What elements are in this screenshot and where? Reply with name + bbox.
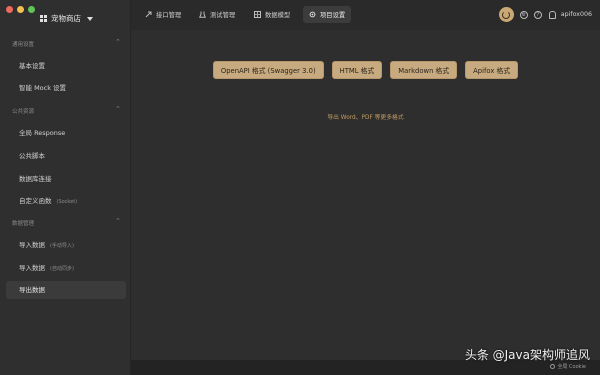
chevron-up-icon[interactable]: ⌃ <box>115 217 121 225</box>
export-markdown-button[interactable]: Markdown 格式 <box>390 61 458 79</box>
sidebar-item-import-auto[interactable]: 导入数据 (自动同步) <box>6 259 126 277</box>
main-content: OpenAPI 格式 (Swagger 3.0) HTML 格式 Markdow… <box>131 30 600 360</box>
settings-icon[interactable]: ⚙ <box>519 10 528 19</box>
section-title-public-resources: 公共资源 <box>12 109 35 115</box>
sidebar-item-public-scripts[interactable]: 公共脚本 <box>6 147 126 165</box>
export-html-button[interactable]: HTML 格式 <box>331 61 383 79</box>
tab-label: 数据模型 <box>265 12 291 19</box>
project-switcher[interactable]: 宠物商店 <box>40 13 93 24</box>
sidebar-item-import-manual[interactable]: 导入数据 (手动导入) <box>6 236 126 254</box>
toolbar-right: ⚙ ? apifox006 <box>498 7 592 22</box>
window-controls <box>6 6 35 13</box>
sync-button[interactable] <box>498 7 514 22</box>
close-window-button[interactable] <box>6 6 13 13</box>
tab-project-settings[interactable]: 项目设置 <box>303 6 352 23</box>
tab-label: 测试管理 <box>210 12 236 19</box>
sidebar-item-basic-settings[interactable]: 基本设置 <box>6 57 126 75</box>
tab-test-management[interactable]: 测试管理 <box>193 6 241 23</box>
username[interactable]: apifox006 <box>561 11 592 18</box>
grid-icon <box>40 15 47 22</box>
sidebar: 宠物商店 通用设置 ⌃ 基本设置 智能 Mock 设置 公共资源 ⌃ 全局 Re… <box>0 0 131 375</box>
tab-data-models[interactable]: 数据模型 <box>248 6 296 23</box>
export-buttons: OpenAPI 格式 (Swagger 3.0) HTML 格式 Markdow… <box>131 61 600 79</box>
export-more-formats-hint: 导出 Word、PDF 等更多格式 <box>327 115 404 121</box>
cookie-icon <box>550 364 556 369</box>
api-icon <box>145 11 152 18</box>
app-window: 宠物商店 通用设置 ⌃ 基本设置 智能 Mock 设置 公共资源 ⌃ 全局 Re… <box>0 0 600 375</box>
sidebar-item-db-connections[interactable]: 数据库连接 <box>6 170 126 188</box>
export-apifox-button[interactable]: Apifox 格式 <box>465 61 519 79</box>
model-icon <box>254 11 261 18</box>
project-name: 宠物商店 <box>51 14 81 23</box>
minimize-window-button[interactable] <box>17 6 24 13</box>
global-cookie-label: 全局 Cookie <box>557 364 586 370</box>
global-cookie-button[interactable]: 全局 Cookie <box>550 363 586 370</box>
tab-label: 项目设置 <box>320 12 346 19</box>
watermark-text: 头条 @Java架构师追风 <box>464 348 590 362</box>
help-icon[interactable]: ? <box>533 10 542 19</box>
sync-icon <box>502 10 511 19</box>
tab-label: 接口管理 <box>156 12 182 19</box>
sidebar-item-custom-functions[interactable]: 自定义函数 (Socket) <box>6 192 126 210</box>
chevron-up-icon[interactable]: ⌃ <box>115 38 121 46</box>
top-navigation: 接口管理 测试管理 数据模型 项目设置 ⚙ ? apifox006 <box>131 0 600 30</box>
section-title-data-management: 数据管理 <box>12 221 35 227</box>
sidebar-item-mock-settings[interactable]: 智能 Mock 设置 <box>6 79 126 97</box>
sidebar-item-global-response[interactable]: 全局 Response <box>6 124 126 142</box>
maximize-window-button[interactable] <box>28 6 35 13</box>
tab-api-management[interactable]: 接口管理 <box>139 6 187 23</box>
chevron-up-icon[interactable]: ⌃ <box>115 105 121 113</box>
bell-icon[interactable] <box>548 10 556 19</box>
section-title-general: 通用设置 <box>12 42 35 48</box>
test-icon <box>199 11 206 18</box>
caret-down-icon <box>87 16 93 21</box>
sidebar-item-export-data[interactable]: 导出数据 <box>6 281 126 299</box>
export-openapi-button[interactable]: OpenAPI 格式 (Swagger 3.0) <box>212 61 324 79</box>
gear-icon <box>309 11 316 18</box>
